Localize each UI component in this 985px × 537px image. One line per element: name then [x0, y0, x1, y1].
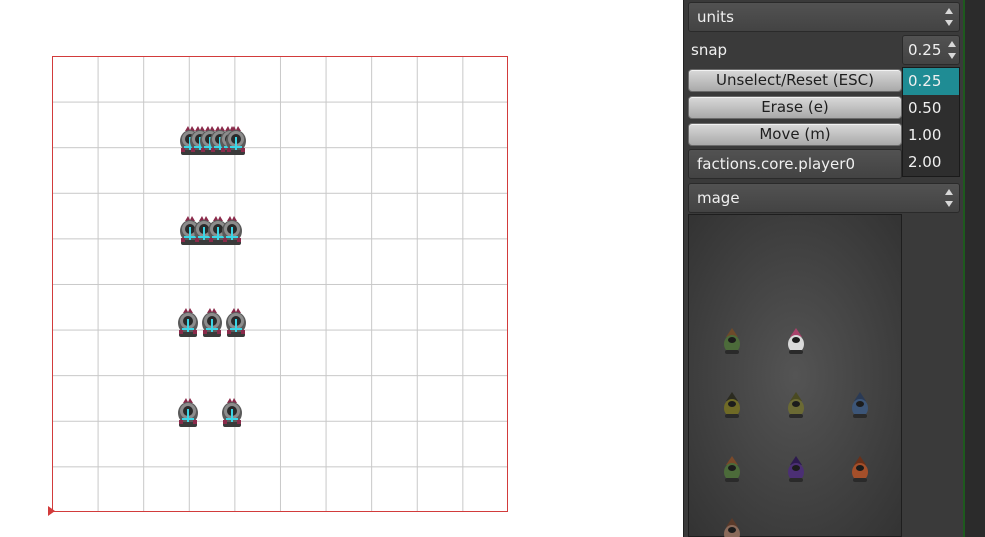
formation-row-3[interactable]: [175, 307, 255, 343]
editor-side-panel: units snap 0.25 Unselect/Reset (ESC) Era…: [683, 0, 985, 537]
formation-row-4[interactable]: [175, 397, 255, 433]
snap-select[interactable]: 0.25: [902, 35, 960, 65]
mage-orange-icon[interactable]: [849, 455, 871, 483]
unit-palette[interactable]: [688, 214, 902, 537]
snap-option[interactable]: 2.00: [903, 149, 959, 176]
soldier-sprite-icon[interactable]: [219, 397, 245, 429]
soldier-sprite-icon[interactable]: [175, 307, 201, 339]
unselect-reset-button[interactable]: Unselect/Reset (ESC): [688, 69, 902, 92]
mage-hat-green-2-icon[interactable]: [721, 455, 743, 483]
mage-white-hood-icon[interactable]: [785, 327, 807, 355]
mage-hat-green-icon[interactable]: [721, 327, 743, 355]
snap-select-value: 0.25: [908, 41, 942, 59]
soldier-sprite-icon[interactable]: [175, 397, 201, 429]
snap-label: snap: [691, 41, 728, 59]
snap-option[interactable]: 1.00: [903, 122, 959, 149]
mage-olive-icon[interactable]: [785, 391, 807, 419]
unit-type-select-value: mage: [697, 189, 740, 207]
origin-marker-icon: [48, 506, 55, 516]
category-select-value: units: [697, 8, 734, 26]
map-canvas[interactable]: [0, 0, 683, 537]
panel-edge: [963, 0, 985, 537]
erase-button[interactable]: Erase (e): [688, 96, 902, 119]
mage-brown-icon[interactable]: [721, 517, 743, 537]
panel-edge-line: [963, 0, 965, 537]
unit-type-select[interactable]: mage: [688, 183, 960, 213]
snap-option[interactable]: 0.25: [903, 68, 959, 95]
soldier-sprite-icon[interactable]: [223, 307, 249, 339]
soldier-sprite-icon[interactable]: [223, 125, 249, 157]
move-button[interactable]: Move (m): [688, 123, 902, 146]
mage-gold-hood-icon[interactable]: [721, 391, 743, 419]
formation-row-2[interactable]: [177, 215, 257, 251]
spin-arrows-icon: [945, 8, 953, 26]
spin-arrows-icon: [948, 41, 956, 59]
soldier-sprite-icon[interactable]: [219, 215, 245, 247]
spin-arrows-icon: [945, 189, 953, 207]
snap-options-list[interactable]: 0.25 0.50 1.00 2.00: [902, 67, 960, 177]
faction-field[interactable]: factions.core.player0: [688, 149, 902, 179]
soldier-sprite-icon[interactable]: [199, 307, 225, 339]
formation-row-1[interactable]: [177, 125, 257, 161]
editor-window: units snap 0.25 Unselect/Reset (ESC) Era…: [0, 0, 985, 537]
snap-option[interactable]: 0.50: [903, 95, 959, 122]
faction-label: factions.core.player0: [697, 155, 855, 173]
placement-grid[interactable]: [52, 56, 508, 512]
category-select[interactable]: units: [688, 2, 960, 32]
mage-blue-icon[interactable]: [849, 391, 871, 419]
mage-purple-icon[interactable]: [785, 455, 807, 483]
